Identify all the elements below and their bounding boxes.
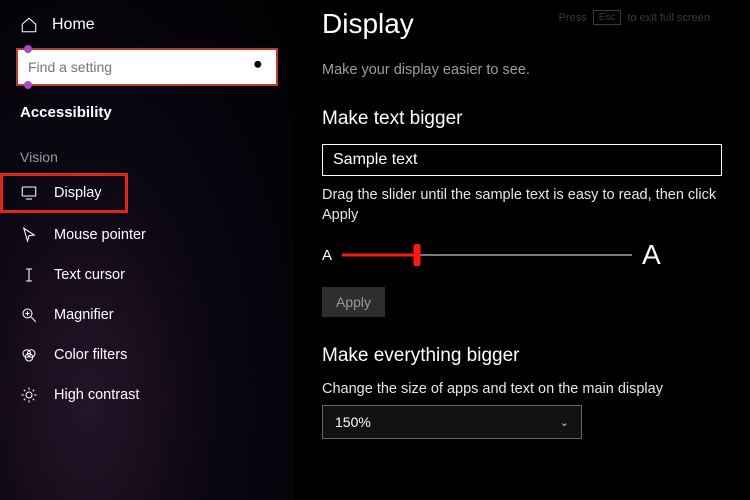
settings-sidebar: Home Accessibility Vision Display Mouse … [0,0,294,500]
sidebar-item-text-cursor[interactable]: Text cursor [0,255,294,295]
dropdown-value: 150% [335,414,371,430]
decoration-dot [24,81,32,89]
mouse-pointer-icon [20,226,38,244]
slider-thumb[interactable] [414,244,421,266]
nav-label: High contrast [54,387,139,403]
nav-label: Mouse pointer [54,227,146,243]
sidebar-item-home[interactable]: Home [0,10,294,44]
nav-label: Color filters [54,347,127,363]
nav-label: Display [54,185,102,201]
display-scale-dropdown[interactable]: 150% ⌄ [322,405,582,439]
page-intro: Make your display easier to see. [322,62,722,78]
main-content: Press Esc to exit full screen Display Ma… [294,0,750,500]
slider-track-fill [342,254,417,257]
sidebar-item-color-filters[interactable]: Color filters [0,335,294,375]
sidebar-item-display[interactable]: Display [0,173,128,213]
decoration-dot [24,45,32,53]
high-contrast-icon [20,386,38,404]
text-cursor-icon [20,266,38,284]
apply-button[interactable]: Apply [322,287,385,317]
text-size-slider-row: A A [322,239,722,271]
slider-max-label: A [642,239,661,271]
search-input[interactable] [18,50,276,84]
chevron-down-icon: ⌄ [560,416,569,429]
slider-min-label: A [322,247,332,264]
category-heading: Accessibility [0,100,294,137]
sample-text-box: Sample text [322,144,722,176]
monitor-icon [20,184,38,202]
hint-rest: to exit full screen [627,12,710,24]
nav-label: Magnifier [54,307,114,323]
section-vision-label: Vision [0,137,294,173]
text-size-slider[interactable] [342,253,632,257]
section-heading-everything-bigger: Make everything bigger [322,345,722,367]
esc-key: Esc [593,10,622,25]
hint-press: Press [559,12,587,24]
search-icon [252,59,266,76]
magnifier-icon [20,306,38,324]
home-label: Home [52,16,95,34]
color-filters-icon [20,346,38,364]
nav-label: Text cursor [54,267,125,283]
search-container [16,48,278,86]
sidebar-item-high-contrast[interactable]: High contrast [0,375,294,415]
scale-description: Change the size of apps and text on the … [322,381,722,397]
home-icon [20,16,38,34]
slider-track-rest [417,254,632,256]
slider-instruction: Drag the slider until the sample text is… [322,186,722,225]
sidebar-item-magnifier[interactable]: Magnifier [0,295,294,335]
fullscreen-exit-hint: Press Esc to exit full screen [559,10,710,25]
sidebar-item-mouse-pointer[interactable]: Mouse pointer [0,215,294,255]
section-heading-text-bigger: Make text bigger [322,108,722,130]
